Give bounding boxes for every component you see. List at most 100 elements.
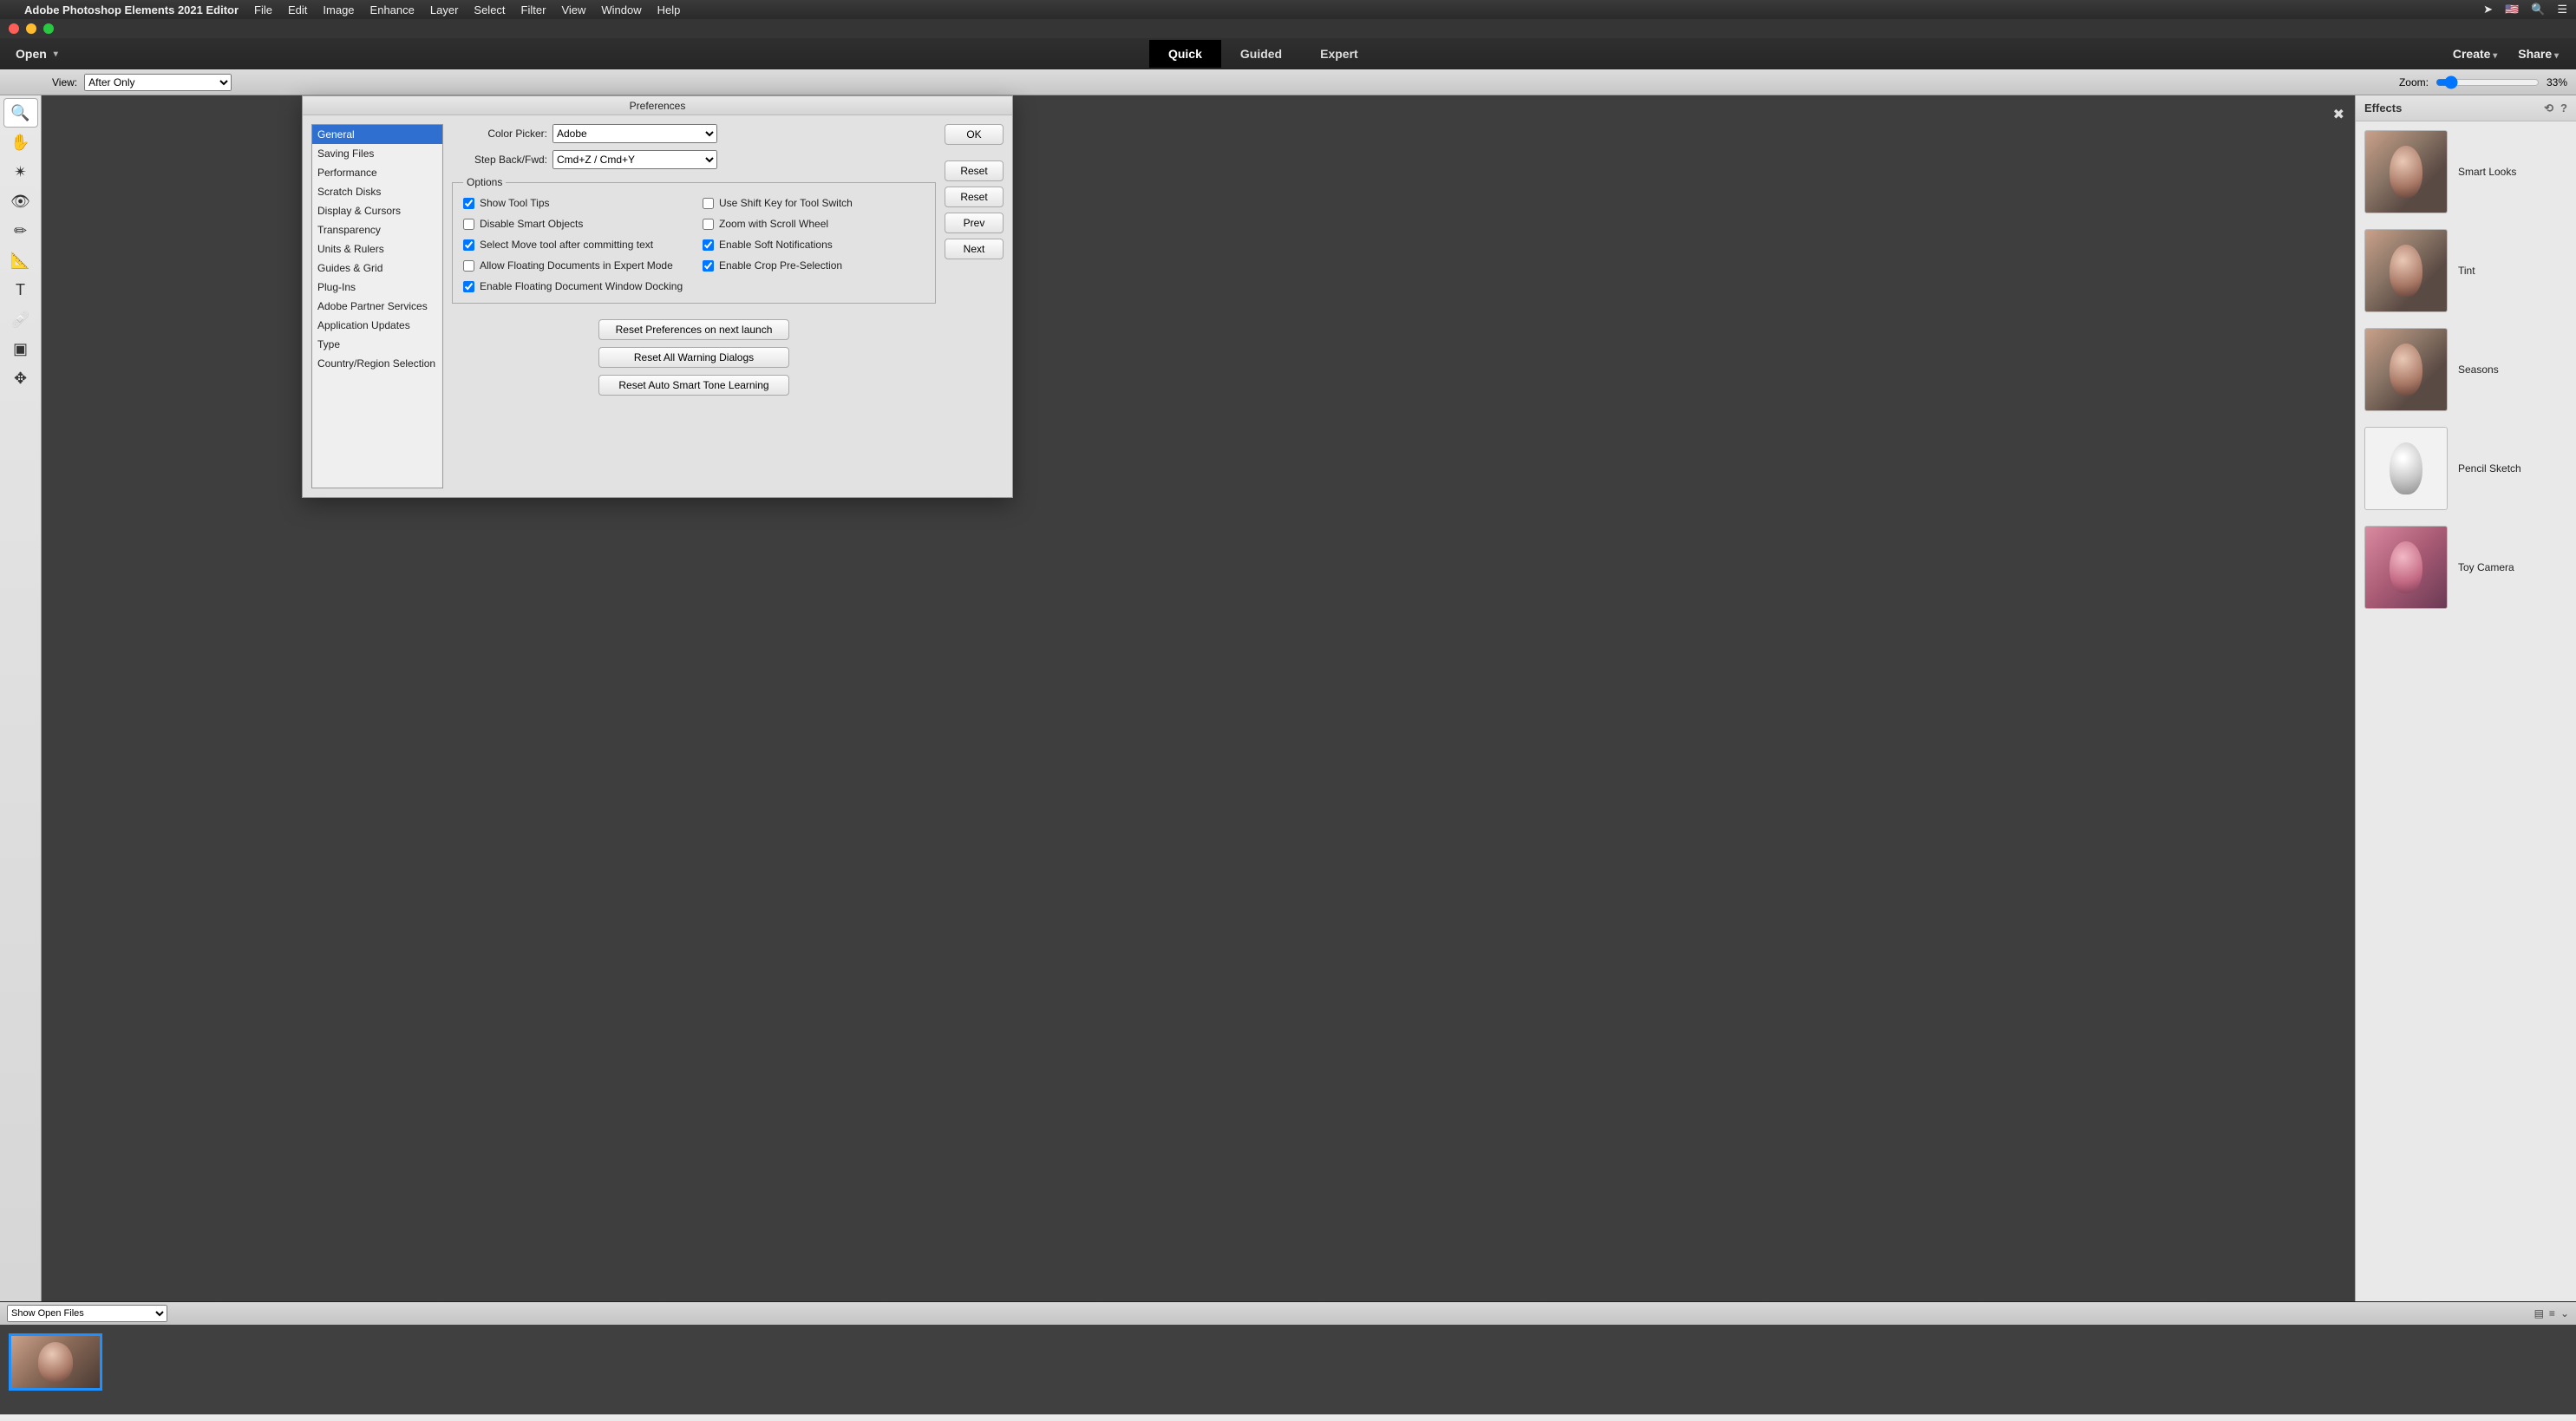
- pref-category-adobe-partner-services[interactable]: Adobe Partner Services: [312, 297, 442, 316]
- pref-checkbox[interactable]: [703, 198, 714, 209]
- pref-ok-button[interactable]: OK: [945, 124, 1004, 145]
- window-zoom-icon[interactable]: [43, 23, 54, 34]
- mode-tab-quick[interactable]: Quick: [1149, 40, 1221, 68]
- spot-heal-tool-icon[interactable]: 🩹: [4, 305, 37, 333]
- effects-help-icon[interactable]: ?: [2560, 102, 2567, 115]
- pref-option[interactable]: Use Shift Key for Tool Switch: [703, 197, 925, 209]
- app-name[interactable]: Adobe Photoshop Elements 2021 Editor: [24, 3, 239, 16]
- whiten-tool-icon[interactable]: ✏: [4, 217, 37, 245]
- pref-checkbox[interactable]: [703, 239, 714, 251]
- menu-help[interactable]: Help: [657, 3, 681, 16]
- move-tool-icon[interactable]: ✥: [4, 364, 37, 392]
- effect-thumbnail: [2364, 427, 2448, 510]
- bin-chevron-icon[interactable]: ⌄: [2560, 1307, 2569, 1320]
- pref-category-units-rulers[interactable]: Units & Rulers: [312, 239, 442, 259]
- pref-checkbox[interactable]: [463, 219, 474, 230]
- pref-reset-button[interactable]: Reset: [945, 160, 1004, 181]
- pref-checkbox[interactable]: [703, 260, 714, 272]
- zoom-value: 33%: [2547, 76, 2567, 88]
- pref-category-performance[interactable]: Performance: [312, 163, 442, 182]
- menu-layer[interactable]: Layer: [430, 3, 459, 16]
- mac-menubar: Adobe Photoshop Elements 2021 Editor Fil…: [0, 0, 2576, 19]
- pref-next-button[interactable]: Next: [945, 239, 1004, 259]
- bin-grid-icon[interactable]: ▤: [2534, 1307, 2544, 1320]
- pref-option[interactable]: Select Move tool after committing text: [463, 239, 685, 251]
- zoom-label: Zoom:: [2399, 76, 2429, 88]
- pref-category-saving-files[interactable]: Saving Files: [312, 144, 442, 163]
- pref-category-application-updates[interactable]: Application Updates: [312, 316, 442, 335]
- bin-menu-icon[interactable]: ≡: [2549, 1307, 2555, 1320]
- view-select[interactable]: After Only: [84, 74, 232, 91]
- pref-category-plug-ins[interactable]: Plug-Ins: [312, 278, 442, 297]
- pref-option[interactable]: Enable Soft Notifications: [703, 239, 925, 251]
- photo-bin-select[interactable]: Show Open Files: [7, 1305, 167, 1322]
- pref-category-display-cursors[interactable]: Display & Cursors: [312, 201, 442, 220]
- flag-status-icon[interactable]: 🇺🇸: [2505, 3, 2519, 16]
- mode-tab-guided[interactable]: Guided: [1221, 40, 1301, 68]
- zoom-tool-icon[interactable]: 🔍: [4, 99, 37, 127]
- text-tool-icon[interactable]: T: [4, 276, 37, 304]
- quick-select-tool-icon[interactable]: ✴: [4, 158, 37, 186]
- spotlight-icon[interactable]: 🔍: [2531, 3, 2545, 16]
- menu-enhance[interactable]: Enhance: [370, 3, 415, 16]
- step-back-fwd-label: Step Back/Fwd:: [452, 154, 547, 166]
- cursor-status-icon[interactable]: ➤: [2483, 3, 2493, 16]
- pref-prev-button[interactable]: Prev: [945, 213, 1004, 233]
- effects-panel: Effects ⟲ ? Smart LooksTintSeasonsPencil…: [2355, 95, 2576, 1301]
- share-button[interactable]: Share: [2518, 47, 2559, 61]
- open-button[interactable]: Open: [0, 47, 74, 61]
- create-button[interactable]: Create: [2453, 47, 2497, 61]
- pref-reset-button[interactable]: Reset: [945, 187, 1004, 207]
- menu-file[interactable]: File: [254, 3, 272, 16]
- window-minimize-icon[interactable]: [26, 23, 36, 34]
- menu-edit[interactable]: Edit: [288, 3, 307, 16]
- effect-item[interactable]: Tint: [2364, 229, 2567, 312]
- crop-tool-icon[interactable]: ▣: [4, 335, 37, 363]
- pref-option[interactable]: Zoom with Scroll Wheel: [703, 218, 925, 230]
- pref-checkbox[interactable]: [703, 219, 714, 230]
- pref-reset-button[interactable]: Reset Auto Smart Tone Learning: [598, 375, 789, 396]
- effects-reset-icon[interactable]: ⟲: [2544, 102, 2553, 115]
- pref-category-scratch-disks[interactable]: Scratch Disks: [312, 182, 442, 201]
- eye-tool-icon[interactable]: 👁: [4, 187, 37, 215]
- pref-category-guides-grid[interactable]: Guides & Grid: [312, 259, 442, 278]
- pref-checkbox[interactable]: [463, 239, 474, 251]
- mode-tab-expert[interactable]: Expert: [1301, 40, 1377, 68]
- step-back-fwd-select[interactable]: Cmd+Z / Cmd+Y: [552, 150, 717, 169]
- effect-item[interactable]: Pencil Sketch: [2364, 427, 2567, 510]
- pref-option[interactable]: Show Tool Tips: [463, 197, 685, 209]
- menu-window[interactable]: Window: [601, 3, 641, 16]
- pref-checkbox-label: Show Tool Tips: [480, 197, 550, 209]
- pref-category-transparency[interactable]: Transparency: [312, 220, 442, 239]
- effect-item[interactable]: Seasons: [2364, 328, 2567, 411]
- effect-thumbnail: [2364, 229, 2448, 312]
- menu-select[interactable]: Select: [474, 3, 505, 16]
- effect-item[interactable]: Toy Camera: [2364, 526, 2567, 609]
- pref-option[interactable]: Enable Floating Document Window Docking: [463, 280, 685, 292]
- document-canvas[interactable]: ✖ Preferences GeneralSaving FilesPerform…: [42, 95, 2355, 1301]
- effect-item[interactable]: Smart Looks: [2364, 130, 2567, 213]
- pref-category-general[interactable]: General: [312, 125, 442, 144]
- view-label: View:: [52, 76, 77, 88]
- color-picker-select[interactable]: Adobe: [552, 124, 717, 143]
- pref-reset-button[interactable]: Reset Preferences on next launch: [598, 319, 789, 340]
- pref-checkbox[interactable]: [463, 281, 474, 292]
- menu-image[interactable]: Image: [323, 3, 354, 16]
- pref-reset-button[interactable]: Reset All Warning Dialogs: [598, 347, 789, 368]
- document-close-icon[interactable]: ✖: [2333, 106, 2344, 123]
- pref-option[interactable]: Allow Floating Documents in Expert Mode: [463, 259, 685, 272]
- pref-checkbox[interactable]: [463, 260, 474, 272]
- window-close-icon[interactable]: [9, 23, 19, 34]
- pref-category-type[interactable]: Type: [312, 335, 442, 354]
- hand-tool-icon[interactable]: ✋: [4, 128, 37, 156]
- pref-option[interactable]: Enable Crop Pre-Selection: [703, 259, 925, 272]
- control-center-icon[interactable]: ☰: [2557, 3, 2567, 16]
- menu-filter[interactable]: Filter: [521, 3, 546, 16]
- pref-option[interactable]: Disable Smart Objects: [463, 218, 685, 230]
- pref-checkbox[interactable]: [463, 198, 474, 209]
- open-document-thumbnail[interactable]: [9, 1333, 102, 1391]
- menu-view[interactable]: View: [561, 3, 585, 16]
- straighten-tool-icon[interactable]: 📐: [4, 246, 37, 274]
- pref-category-country-region-selection[interactable]: Country/Region Selection: [312, 354, 442, 373]
- zoom-slider[interactable]: [2435, 75, 2540, 89]
